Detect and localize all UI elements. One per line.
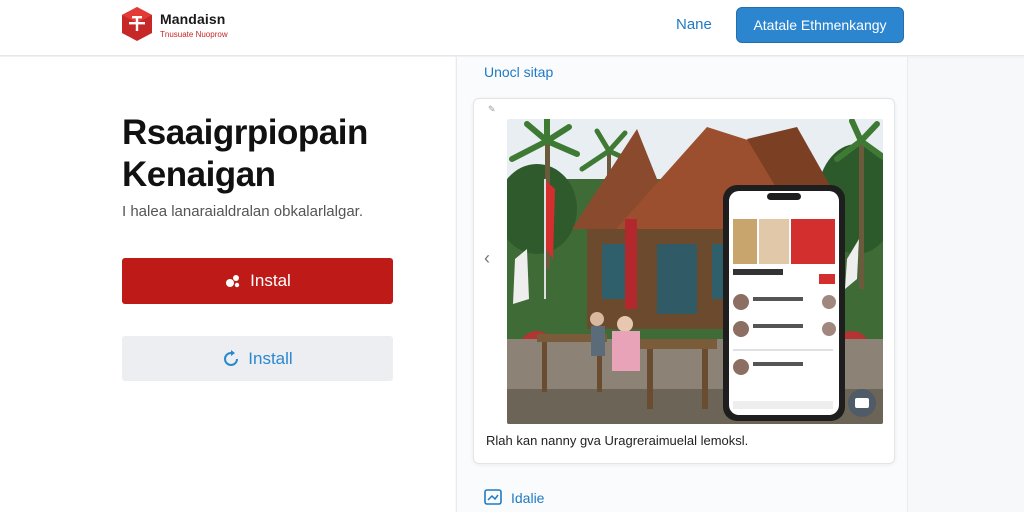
gallery-link-label[interactable]: Idalie xyxy=(511,490,544,506)
hero-title: Rsaaigrpiopain Kenaigan xyxy=(122,112,368,196)
brand-tagline: Tnusuate Nuoprow xyxy=(160,30,228,39)
hero-title-line-1: Rsaaigrpiopain xyxy=(122,113,368,152)
gallery-icon[interactable] xyxy=(484,489,502,505)
nav-link[interactable]: Nane xyxy=(676,16,712,33)
install-button-primary[interactable]: Instal xyxy=(122,258,393,304)
sparkle-icon xyxy=(226,275,240,288)
chevron-left-icon[interactable]: ‹ xyxy=(484,248,490,269)
install-button-secondary[interactable]: Install xyxy=(122,336,393,381)
brand-name: Mandaisn xyxy=(160,11,226,27)
top-navigation-bar: Mandaisn Tnusuate Nuoprow Nane Atatale E… xyxy=(0,0,1024,56)
preview-caption: Rlah kan nanny gva Uragreraimuelal lemok… xyxy=(486,433,749,448)
preview-section-label: Unocl sitap xyxy=(484,64,554,80)
install-button-secondary-label: Install xyxy=(248,348,293,368)
logo-icon[interactable] xyxy=(120,6,154,42)
hero-subtitle: I halea lanaraialdralan obkalarlalgar. xyxy=(122,203,363,220)
install-button-primary-label: Instal xyxy=(250,271,291,290)
preview-photo xyxy=(507,119,883,424)
corner-marker-icon: ✎ xyxy=(488,104,496,114)
refresh-icon xyxy=(224,349,239,366)
hero-title-line-2: Kenaigan xyxy=(122,155,276,194)
header-cta-button[interactable]: Atatale Ethmenkangy xyxy=(736,7,904,43)
